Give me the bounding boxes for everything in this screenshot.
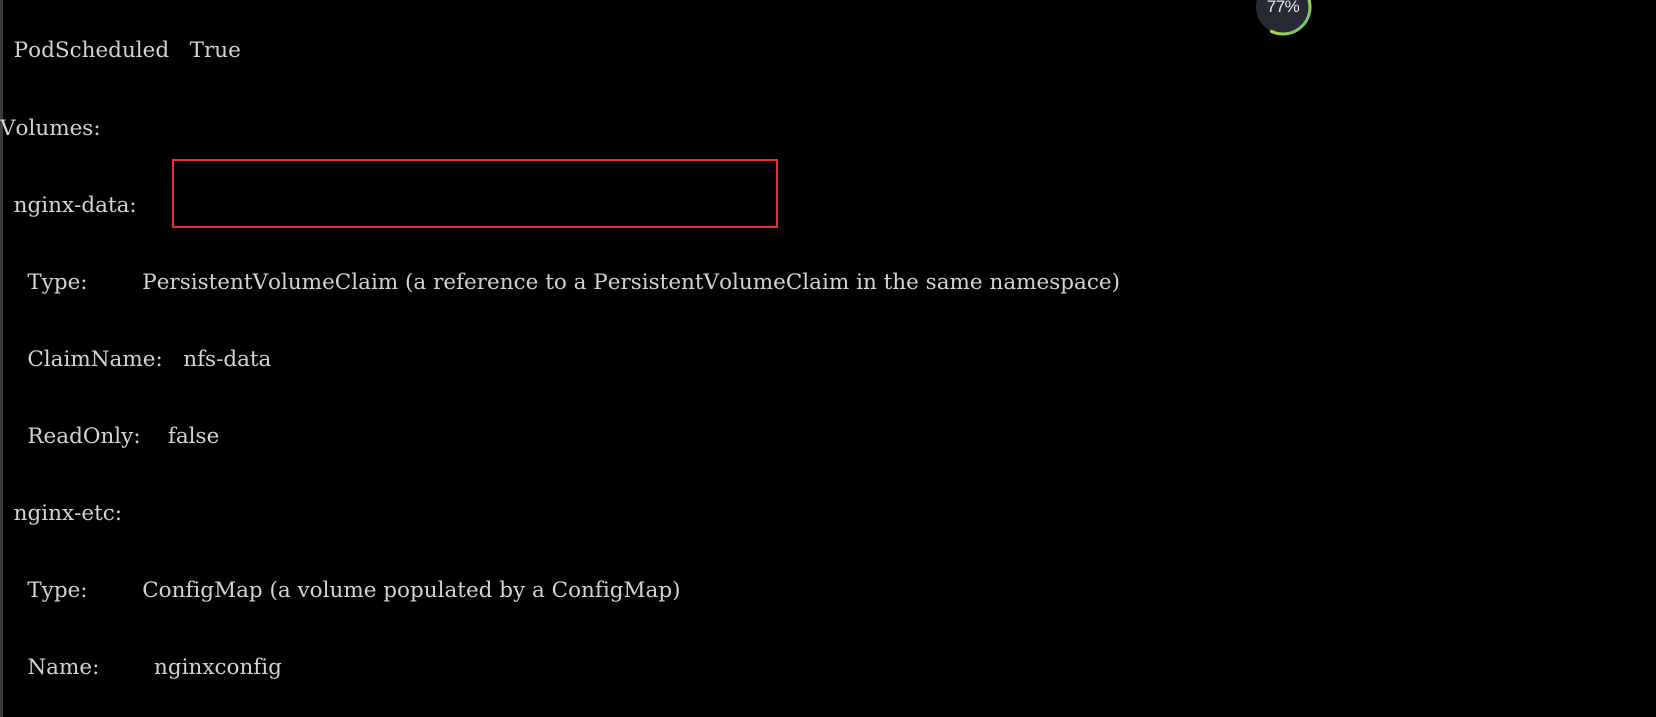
- terminal-line: ReadOnly: false: [0, 423, 220, 449]
- terminal-line: Type: PersistentVolumeClaim (a reference…: [0, 269, 1121, 295]
- terminal-line: PodScheduled True: [0, 38, 241, 64]
- terminal-screen: PodScheduled True Volumes: nginx-data: T…: [0, 0, 1656, 717]
- terminal-output[interactable]: PodScheduled True Volumes: nginx-data: T…: [0, 0, 1656, 717]
- cpu-usage-gauge[interactable]: 77%: [1252, 0, 1314, 38]
- terminal-line: Type: ConfigMap (a volume populated by a…: [0, 578, 681, 604]
- terminal-line: nginx-data:: [0, 192, 137, 218]
- gauge-value-label: 77%: [1266, 0, 1300, 16]
- terminal-line: ClaimName: nfs-data: [0, 346, 272, 372]
- terminal-line: Name: nginxconfig: [0, 655, 282, 681]
- terminal-line: Volumes:: [0, 115, 101, 141]
- terminal-line: nginx-etc:: [0, 500, 123, 526]
